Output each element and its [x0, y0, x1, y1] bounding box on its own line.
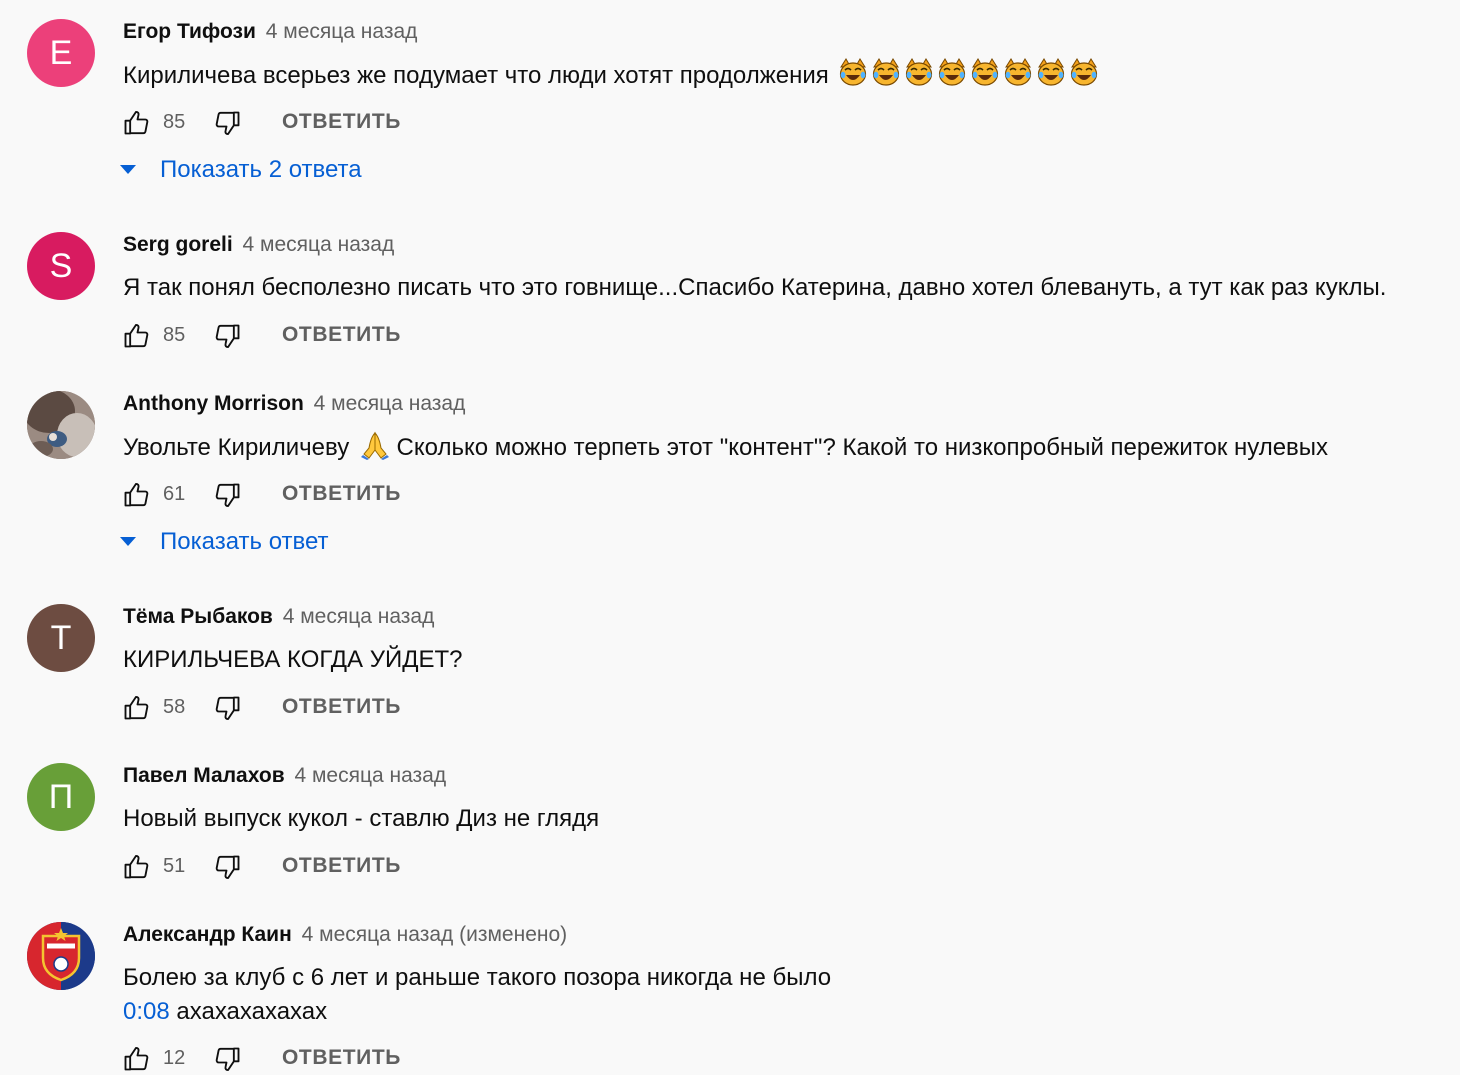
like-count: 61 [163, 483, 186, 505]
comment-text-part2: Сколько можно терпеть этот "контент"? Ка… [396, 434, 1329, 461]
avatar[interactable]: П [27, 763, 95, 831]
comment-header: Тёма Рыбаков 4 месяца назад [123, 605, 434, 629]
comment-text: Увольте Кириличеву Сколько можно терпеть… [123, 430, 1328, 470]
avatar[interactable] [27, 922, 95, 990]
avatar[interactable]: S [27, 232, 95, 300]
comment-action-bar: 12 ОТВЕТИТЬ [122, 1044, 422, 1074]
comment-action-bar: 85 ОТВЕТИТЬ [122, 108, 422, 138]
comment-action-bar: 61 ОТВЕТИТЬ [122, 480, 422, 510]
comment-text: Новый выпуск кукол - ставлю Диз не глядя [123, 805, 600, 832]
author-name[interactable]: Anthony Morrison [123, 392, 304, 415]
dislike-button[interactable] [214, 1045, 242, 1073]
comment-text: Я так понял бесполезно писать что это го… [123, 274, 1387, 301]
published-time[interactable]: 4 месяца назад [294, 764, 446, 787]
reply-button[interactable]: ОТВЕТИТЬ [282, 854, 401, 878]
timestamp-link[interactable]: 0:08 [123, 998, 170, 1025]
thumbs-down-icon [215, 696, 240, 721]
comment-action-bar: 58 ОТВЕТИТЬ [122, 693, 422, 723]
published-time[interactable]: 4 месяца назад [302, 923, 454, 946]
like-button[interactable] [122, 109, 150, 137]
reply-button[interactable]: ОТВЕТИТЬ [282, 1046, 401, 1070]
comment-text-line2-body: ахахахахахах [176, 998, 328, 1025]
comment-action-bar: 51 ОТВЕТИТЬ [122, 852, 422, 882]
like-button[interactable] [122, 322, 150, 350]
published-time[interactable]: 4 месяца назад [314, 392, 466, 415]
like-button[interactable] [122, 1045, 150, 1073]
like-button[interactable] [122, 853, 150, 881]
author-name[interactable]: Serg goreli [123, 233, 233, 256]
author-name[interactable]: Павел Малахов [123, 764, 285, 787]
published-time[interactable]: 4 месяца назад [243, 233, 395, 256]
comment-header: Serg goreli 4 месяца назад [123, 233, 394, 257]
published-time[interactable]: 4 месяца назад [266, 20, 418, 43]
thumbs-up-icon [124, 854, 149, 879]
reply-button[interactable]: ОТВЕТИТЬ [282, 695, 401, 719]
dislike-button[interactable] [214, 109, 242, 137]
comment-text-part1: Увольте Кириличеву [123, 434, 350, 461]
thumbs-up-icon [124, 695, 149, 720]
profile-photo-icon [27, 391, 95, 459]
cska-logo-icon [27, 922, 95, 990]
comment-text: Кириличева всерьез же подумает что люди … [123, 58, 1101, 98]
thumbs-down-icon [215, 324, 240, 349]
thumbs-up-icon [124, 1046, 149, 1071]
show-replies-label: Показать 2 ответа [160, 156, 362, 183]
comments-section: Е Егор Тифози 4 месяца назад Кириличева … [0, 0, 1460, 1075]
reply-button[interactable]: ОТВЕТИТЬ [282, 110, 401, 134]
author-name[interactable]: Александр Каин [123, 923, 292, 946]
comment-header: Егор Тифози 4 месяца назад [123, 20, 417, 44]
dislike-button[interactable] [214, 322, 242, 350]
cat-tears-of-joy-emoji-row [839, 58, 1101, 98]
avatar[interactable]: Е [27, 19, 95, 87]
thumbs-down-icon [215, 1047, 240, 1072]
published-time[interactable]: 4 месяца назад [283, 605, 435, 628]
dislike-button[interactable] [214, 694, 242, 722]
comment-header: Anthony Morrison 4 месяца назад [123, 392, 465, 416]
author-name[interactable]: Тёма Рыбаков [123, 605, 273, 628]
caret-down-icon [120, 537, 136, 546]
thumbs-down-icon [215, 855, 240, 880]
avatar[interactable] [27, 391, 95, 459]
comment-text: КИРИЛЬЧЕВА КОГДА УЙДЕТ? [123, 646, 463, 673]
avatar[interactable]: Т [27, 604, 95, 672]
dislike-button[interactable] [214, 853, 242, 881]
comment-header: Александр Каин 4 месяца назад (изменено) [123, 923, 567, 947]
thumbs-down-icon [215, 111, 240, 136]
like-button[interactable] [122, 694, 150, 722]
like-count: 12 [163, 1047, 186, 1069]
thumbs-down-icon [215, 483, 240, 508]
comment-text-line2: 0:08 ахахахахахах [123, 995, 831, 1029]
comment-text-body: Кириличева всерьез же подумает что люди … [123, 62, 829, 89]
author-name[interactable]: Егор Тифози [123, 20, 256, 43]
folded-hands-emoji [360, 430, 390, 470]
comment-action-bar: 85 ОТВЕТИТЬ [122, 321, 422, 351]
like-count: 85 [163, 111, 186, 133]
like-count: 58 [163, 696, 186, 718]
comment-text-line1: Болею за клуб с 6 лет и раньше такого по… [123, 964, 832, 991]
edited-label: (изменено) [459, 923, 568, 946]
comment-text: Болею за клуб с 6 лет и раньше такого по… [123, 961, 831, 1029]
thumbs-up-icon [124, 110, 149, 135]
like-count: 51 [163, 855, 186, 877]
comment-header: Павел Малахов 4 месяца назад [123, 764, 446, 788]
like-button[interactable] [122, 481, 150, 509]
reply-button[interactable]: ОТВЕТИТЬ [282, 482, 401, 506]
show-replies-label: Показать ответ [160, 528, 329, 555]
like-count: 85 [163, 324, 186, 346]
reply-button[interactable]: ОТВЕТИТЬ [282, 323, 401, 347]
dislike-button[interactable] [214, 481, 242, 509]
thumbs-up-icon [124, 482, 149, 507]
caret-down-icon [120, 165, 136, 174]
thumbs-up-icon [124, 323, 149, 348]
